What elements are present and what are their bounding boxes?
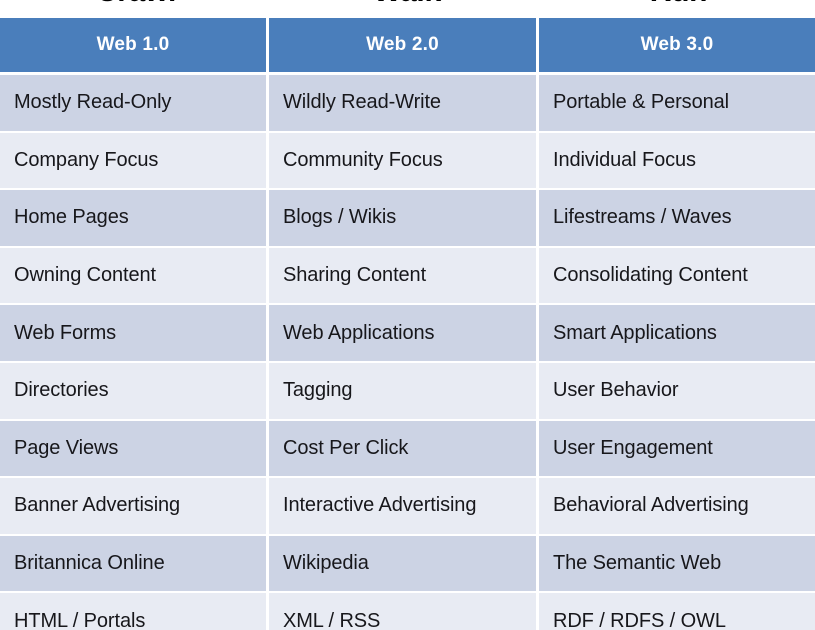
- table-cell: Cost Per Click: [269, 420, 539, 477]
- table-cell: Wikipedia: [269, 535, 539, 592]
- table-row: Britannica Online Wikipedia The Semantic…: [0, 533, 815, 592]
- table-cell: Mostly Read-Only: [0, 75, 269, 131]
- table-cell: Tagging: [269, 362, 539, 419]
- table-row: Company Focus Community Focus Individual…: [0, 130, 815, 189]
- table-row: Banner Advertising Interactive Advertisi…: [0, 476, 815, 534]
- stage-caption-band: Crawl Walk Run: [0, 0, 815, 10]
- table-cell: Lifestreams / Waves: [553, 206, 732, 229]
- table-header-row: Web 1.0 Web 2.0 Web 3.0: [0, 18, 815, 72]
- table-cell: RDF / RDFS / OWL: [553, 609, 726, 630]
- table-cell: Blogs / Wikis: [269, 190, 539, 246]
- table-row: Directories Tagging User Behavior: [0, 360, 815, 419]
- column-header-web-3-0: Web 3.0: [640, 34, 714, 55]
- table-cell: Consolidating Content: [553, 264, 748, 287]
- table-cell: HTML / Portals: [0, 593, 269, 630]
- table-cell: User Engagement: [553, 436, 713, 459]
- table-cell: Web Applications: [269, 305, 539, 361]
- table-cell: Portable & Personal: [553, 91, 729, 114]
- table-cell: Directories: [0, 362, 269, 419]
- table-cell: Britannica Online: [0, 535, 269, 592]
- table-cell: XML / RSS: [269, 593, 539, 630]
- table-cell: Home Pages: [0, 190, 269, 246]
- table-cell: Banner Advertising: [0, 478, 269, 534]
- table-row: Home Pages Blogs / Wikis Lifestreams / W…: [0, 188, 815, 246]
- column-header-web-2-0: Web 2.0: [269, 18, 539, 72]
- table-cell: Community Focus: [269, 132, 539, 189]
- table-cell: The Semantic Web: [553, 552, 722, 575]
- table-cell: Sharing Content: [269, 247, 539, 304]
- table-cell: Interactive Advertising: [269, 478, 539, 534]
- stage-caption-run: Run: [542, 0, 815, 10]
- comparison-table: Web 1.0 Web 2.0 Web 3.0 Mostly Read-Only…: [0, 18, 815, 630]
- table-cell: User Behavior: [553, 379, 679, 402]
- stage-caption-row: Crawl Walk Run: [0, 0, 815, 10]
- table-row: Mostly Read-Only Wildly Read-Write Porta…: [0, 72, 815, 131]
- table-row: Web Forms Web Applications Smart Applica…: [0, 303, 815, 361]
- table-row: HTML / Portals XML / RSS RDF / RDFS / OW…: [0, 591, 815, 630]
- table-cell: Smart Applications: [553, 321, 717, 344]
- stage-caption-walk: Walk: [272, 0, 542, 10]
- table-cell: Owning Content: [0, 247, 269, 304]
- table-row: Page Views Cost Per Click User Engagemen…: [0, 418, 815, 477]
- table-cell: Individual Focus: [553, 148, 696, 171]
- table-cell: Behavioral Advertising: [553, 494, 749, 517]
- table-cell: Company Focus: [0, 132, 269, 189]
- table-cell: Wildly Read-Write: [269, 75, 539, 131]
- stage-caption-crawl: Crawl: [0, 0, 272, 10]
- table-row: Owning Content Sharing Content Consolida…: [0, 245, 815, 304]
- slide-canvas: Crawl Walk Run Web 1.0 Web 2.0 Web 3.0 M…: [0, 0, 815, 630]
- column-header-web-1-0: Web 1.0: [0, 18, 269, 72]
- table-cell: Page Views: [0, 420, 269, 477]
- table-cell: Web Forms: [0, 305, 269, 361]
